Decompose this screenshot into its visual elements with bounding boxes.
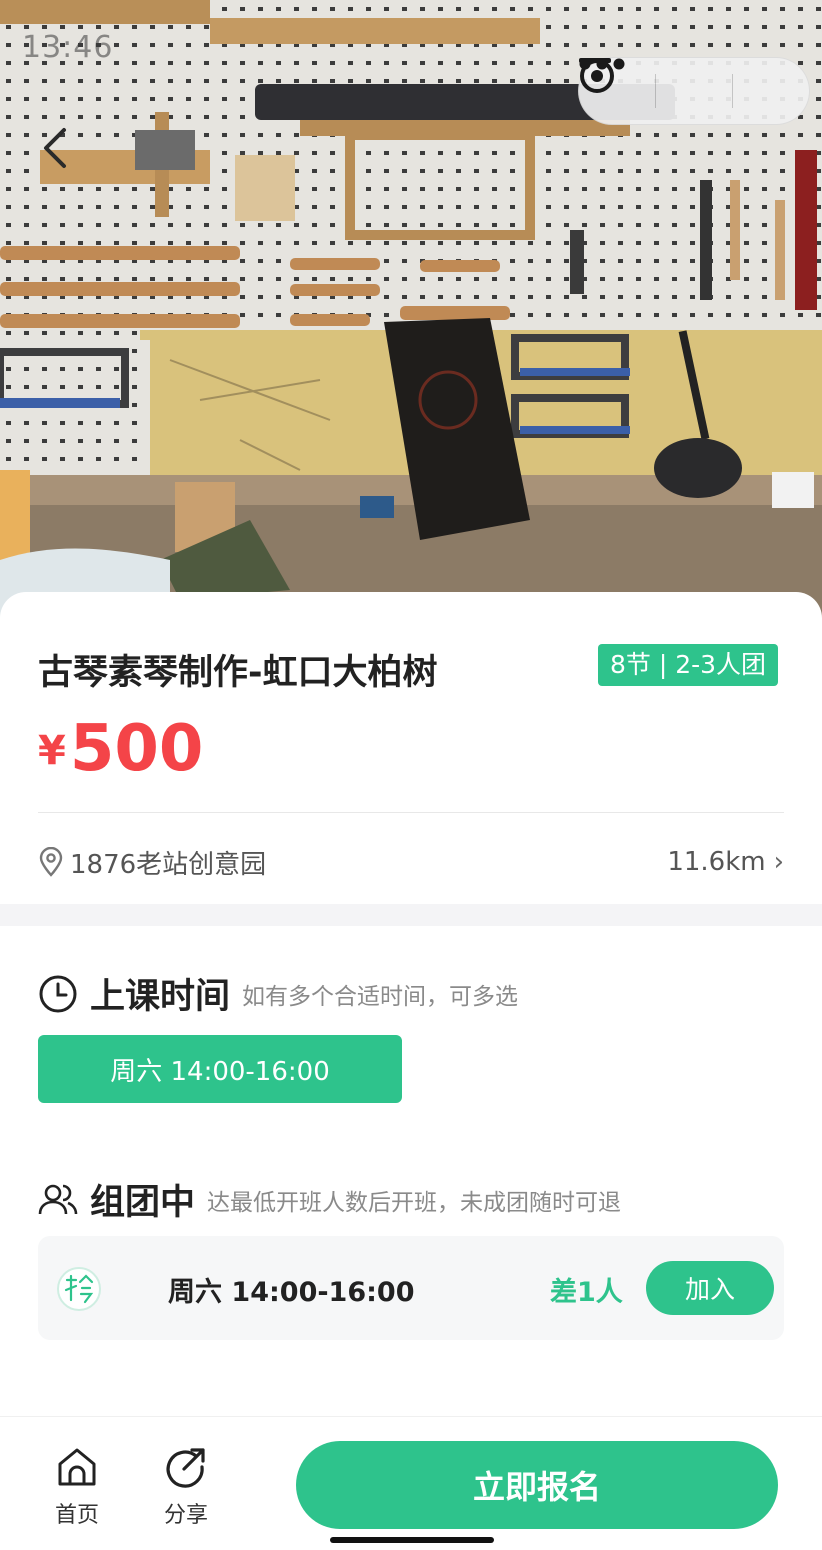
group-section-header: 组团中 达最低开班人数后开班，未成团随时可退 <box>38 1174 621 1225</box>
home-indicator <box>330 1537 494 1543</box>
schedule-subtitle: 如有多个合适时间，可多选 <box>242 983 519 1010</box>
users-icon <box>38 1184 78 1214</box>
close-target-icon <box>580 59 614 93</box>
schedule-section-header: 上课时间 如有多个合适时间，可多选 <box>38 968 518 1019</box>
course-title: 古琴素琴制作-虹口大柏树 <box>38 653 438 693</box>
join-group-button[interactable]: 加入 <box>646 1261 774 1315</box>
course-info-card: 古琴素琴制作-虹口大柏树 8节 | 2-3人团 ¥500 1876老站创意园 1… <box>0 592 822 904</box>
group-time: 周六 14:00-16:00 <box>168 1270 415 1309</box>
group-item: 周六 14:00-16:00 差1人 加入 <box>38 1236 784 1340</box>
course-price: ¥500 <box>38 712 203 786</box>
chevron-right-icon: › <box>773 847 784 877</box>
signup-button[interactable]: 立即报名 <box>296 1441 778 1529</box>
home-nav-button[interactable]: 首页 <box>42 1445 112 1529</box>
location-address: 1876老站创意园 <box>70 849 267 880</box>
clock-icon <box>39 975 77 1012</box>
group-day: 周六 <box>168 1277 222 1308</box>
close-button[interactable] <box>580 58 809 124</box>
share-nav-button[interactable]: 分享 <box>151 1445 221 1529</box>
course-tag-badge: 8节 | 2-3人团 <box>598 644 779 686</box>
schedule-title: 上课时间 <box>90 977 231 1017</box>
group-need-count: 差1人 <box>550 1277 623 1308</box>
share-label: 分享 <box>163 1503 208 1528</box>
home-label: 首页 <box>54 1503 99 1528</box>
group-subtitle: 达最低开班人数后开班，未成团随时可退 <box>207 1189 622 1216</box>
location-pin-icon <box>39 847 63 877</box>
minimize-button[interactable] <box>579 58 732 124</box>
bottom-action-bar: 首页 分享 立即报名 <box>0 1416 822 1550</box>
miniapp-capsule <box>578 57 810 125</box>
group-hours: 14:00-16:00 <box>231 1277 415 1308</box>
divider <box>38 812 784 813</box>
location-distance: 11.6km <box>667 847 766 877</box>
share-icon <box>166 1448 205 1488</box>
back-button[interactable] <box>40 126 80 170</box>
group-avatar-logo-icon <box>57 1267 101 1311</box>
group-title: 组团中 <box>90 1183 196 1223</box>
status-time: 13:46 <box>22 30 114 65</box>
chevron-left-icon <box>44 128 66 168</box>
time-slot-option[interactable]: 周六 14:00-16:00 <box>38 1035 402 1103</box>
price-currency: ¥ <box>38 728 66 774</box>
price-value: 500 <box>69 712 204 786</box>
course-hero-photo: 13:46 <box>0 0 822 620</box>
section-gap <box>0 904 822 926</box>
location-row[interactable]: 1876老站创意园 11.6km › <box>38 840 784 884</box>
home-icon <box>58 1448 96 1486</box>
